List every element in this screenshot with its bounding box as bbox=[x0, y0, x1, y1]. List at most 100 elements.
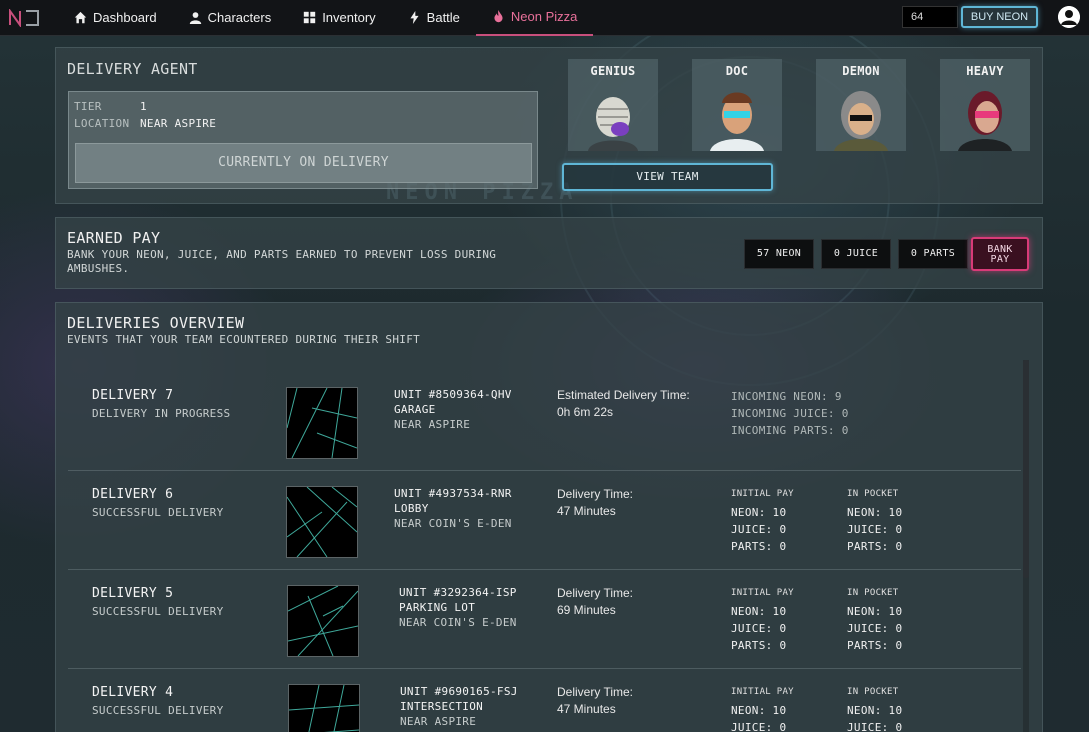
deliveries-overview-panel: DELIVERIES OVERVIEW EVENTS THAT YOUR TEA… bbox=[55, 302, 1043, 732]
initial-parts: PARTS: 0 bbox=[731, 639, 787, 652]
tier-label: TIER bbox=[74, 100, 102, 113]
initial-juice: JUICE: 0 bbox=[731, 622, 787, 635]
nav-label: Neon Pizza bbox=[510, 9, 578, 24]
parts-earned-badge: 0 PARTS bbox=[898, 239, 968, 269]
pocket-parts: PARTS: 0 bbox=[847, 639, 903, 652]
tier-value: 1 bbox=[140, 100, 147, 113]
time-label: Delivery Time: bbox=[557, 586, 634, 600]
unit-near: NEAR COIN'S E-DEN bbox=[399, 616, 517, 629]
character-name: HEAVY bbox=[966, 64, 1004, 78]
initial-neon: NEON: 10 bbox=[731, 704, 787, 717]
nav-label: Inventory bbox=[322, 10, 376, 25]
logo-icon[interactable] bbox=[8, 8, 44, 28]
overview-title: DELIVERIES OVERVIEW bbox=[67, 314, 245, 332]
currently-on-delivery-button[interactable]: CURRENTLY ON DELIVERY bbox=[75, 143, 532, 183]
pocket-neon: NEON: 10 bbox=[847, 506, 903, 519]
flame-icon bbox=[494, 10, 503, 23]
time-value: 47 Minutes bbox=[557, 702, 616, 716]
character-card-heavy[interactable]: HEAVY bbox=[940, 59, 1030, 151]
bank-pay-button[interactable]: BANK PAY bbox=[971, 237, 1029, 271]
character-portrait-icon bbox=[834, 91, 888, 151]
location-label: LOCATION bbox=[74, 117, 130, 130]
character-portrait-icon bbox=[588, 97, 638, 151]
delivery-time: Estimated Delivery Time: 0h 6m 22s bbox=[557, 387, 690, 421]
overview-subtitle: EVENTS THAT YOUR TEAM ECOUNTERED DURING … bbox=[67, 333, 421, 346]
time-label: Delivery Time: bbox=[557, 685, 634, 699]
person-icon bbox=[189, 12, 201, 24]
initial-neon: NEON: 10 bbox=[731, 605, 787, 618]
delivery-status: SUCCESSFUL DELIVERY bbox=[92, 605, 224, 618]
character-name: DOC bbox=[725, 64, 749, 78]
top-nav-bar: Dashboard Characters Inventory Battle Ne… bbox=[0, 0, 1089, 36]
view-team-button[interactable]: VIEW TEAM bbox=[562, 163, 773, 191]
pocket-neon: NEON: 10 bbox=[847, 605, 903, 618]
unit-id: UNIT #8509364-QHV bbox=[394, 388, 512, 401]
nav-dashboard[interactable]: Dashboard bbox=[58, 0, 173, 36]
earned-pay-title: EARNED PAY bbox=[67, 229, 161, 247]
delivery-time: Delivery Time: 47 Minutes bbox=[557, 684, 633, 718]
character-name: DEMON bbox=[842, 64, 880, 78]
incoming-parts: INCOMING PARTS: 0 bbox=[731, 424, 849, 437]
nav-label: Battle bbox=[426, 10, 460, 25]
initial-neon: NEON: 10 bbox=[731, 506, 787, 519]
time-value: 0h 6m 22s bbox=[557, 405, 614, 419]
home-icon bbox=[74, 11, 87, 24]
delivery-title: DELIVERY 7 bbox=[92, 388, 174, 403]
user-avatar-icon[interactable] bbox=[1058, 6, 1080, 28]
scrollbar-thumb[interactable] bbox=[1023, 360, 1029, 578]
nav-neon-pizza[interactable]: Neon Pizza bbox=[475, 0, 594, 36]
character-portrait-icon bbox=[710, 92, 764, 151]
neon-earned-badge: 57 NEON bbox=[744, 239, 814, 269]
initial-juice: JUICE: 0 bbox=[731, 523, 787, 536]
grid-icon bbox=[304, 11, 316, 24]
delivery-unit: UNIT #9690165-FSJ INTERSECTION NEAR ASPI… bbox=[400, 684, 518, 729]
character-card-doc[interactable]: DOC bbox=[692, 59, 782, 151]
character-card-demon[interactable]: DEMON bbox=[816, 59, 906, 151]
character-portrait-icon bbox=[958, 91, 1012, 151]
delivery-map bbox=[288, 684, 360, 732]
unit-place: PARKING LOT bbox=[399, 601, 476, 614]
initial-pay-header: INITIAL PAY bbox=[731, 687, 794, 697]
delivery-status: DELIVERY IN PROGRESS bbox=[92, 407, 231, 420]
delivery-time: Delivery Time: 47 Minutes bbox=[557, 486, 633, 520]
earned-pay-description: BANK YOUR NEON, JUICE, AND PARTS EARNED … bbox=[67, 248, 497, 275]
delivery-row[interactable]: DELIVERY 4 SUCCESSFUL DELIVERY UNIT #969… bbox=[68, 669, 1021, 732]
initial-pay-header: INITIAL PAY bbox=[731, 489, 794, 499]
initial-pay: INITIAL PAY NEON: 10 JUICE: 0 bbox=[731, 686, 794, 732]
unit-near: NEAR COIN'S E-DEN bbox=[394, 517, 512, 530]
delivery-row[interactable]: DELIVERY 7 DELIVERY IN PROGRESS UNIT #85… bbox=[68, 372, 1021, 471]
nav-inventory[interactable]: Inventory bbox=[287, 0, 391, 36]
in-pocket-header: IN POCKET bbox=[847, 489, 899, 499]
incoming-neon: INCOMING NEON: 9 bbox=[731, 390, 842, 403]
tier-row: TIER 1 bbox=[74, 100, 147, 113]
buy-neon-button[interactable]: BUY NEON bbox=[961, 6, 1038, 28]
delivery-unit: UNIT #3292364-ISP PARKING LOT NEAR COIN'… bbox=[399, 585, 517, 630]
nav-label: Dashboard bbox=[93, 10, 157, 25]
unit-id: UNIT #9690165-FSJ bbox=[400, 685, 518, 698]
pocket-juice: JUICE: 0 bbox=[847, 523, 903, 536]
nav-label: Characters bbox=[207, 10, 272, 25]
delivery-map bbox=[287, 585, 359, 657]
delivery-title: DELIVERY 6 bbox=[92, 487, 174, 502]
initial-juice: JUICE: 0 bbox=[731, 721, 787, 732]
delivery-row[interactable]: DELIVERY 5 SUCCESSFUL DELIVERY UNIT #329… bbox=[68, 570, 1021, 669]
unit-near: NEAR ASPIRE bbox=[400, 715, 477, 728]
bolt-icon bbox=[410, 11, 419, 24]
pocket-neon: NEON: 10 bbox=[847, 704, 903, 717]
unit-place: LOBBY bbox=[394, 502, 429, 515]
nav-characters[interactable]: Characters bbox=[173, 0, 288, 36]
scrollbar[interactable] bbox=[1023, 360, 1029, 732]
time-value: 69 Minutes bbox=[557, 603, 616, 617]
delivery-row[interactable]: DELIVERY 6 SUCCESSFUL DELIVERY UNIT #493… bbox=[68, 471, 1021, 570]
incoming-juice: INCOMING JUICE: 0 bbox=[731, 407, 849, 420]
character-card-genius[interactable]: GENIUS bbox=[568, 59, 658, 151]
nav-battle[interactable]: Battle bbox=[392, 0, 476, 36]
bank-pay-label-2: PAY bbox=[990, 254, 1010, 265]
delivery-title: DELIVERY 4 bbox=[92, 685, 174, 700]
in-pocket-header: IN POCKET bbox=[847, 588, 899, 598]
time-value: 47 Minutes bbox=[557, 504, 616, 518]
unit-id: UNIT #3292364-ISP bbox=[399, 586, 517, 599]
delivery-unit: UNIT #4937534-RNR LOBBY NEAR COIN'S E-DE… bbox=[394, 486, 512, 531]
unit-place: INTERSECTION bbox=[400, 700, 484, 713]
character-name: GENIUS bbox=[590, 64, 636, 78]
